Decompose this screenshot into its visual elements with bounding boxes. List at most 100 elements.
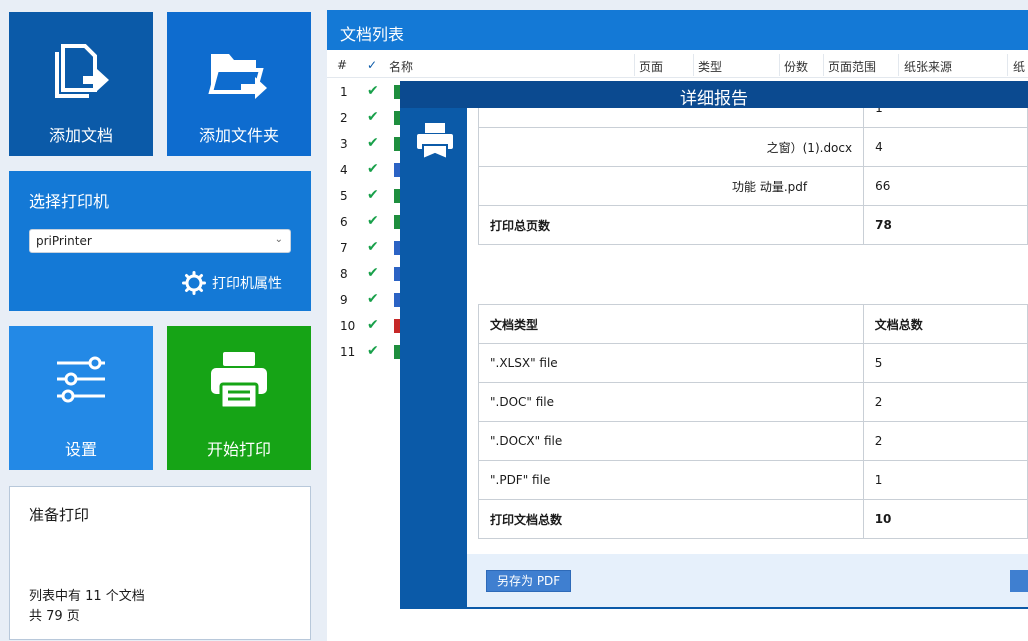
gear-icon [182, 271, 206, 295]
table-row[interactable]: 1 ✔ [327, 80, 400, 106]
document-count-text: 列表中有 11 个文档 [29, 589, 145, 604]
printer-selection-panel: 选择打印机 priPrinter ⌄ 打印机属性 [9, 171, 311, 311]
page-count-cell: 4 [863, 127, 1028, 167]
column-header-name[interactable]: 名称 [389, 58, 413, 75]
table-header-row: 文档类型 文档总数 [478, 304, 1028, 344]
printer-select[interactable]: priPrinter ⌄ [29, 229, 291, 253]
document-count-cell: 2 [862, 382, 1028, 422]
table-row[interactable]: 8 ✔ [327, 262, 400, 288]
settings-label: 设置 [64, 440, 97, 459]
table-row: 功能 动量.pdf 66 [477, 166, 1028, 206]
table-row: 1 [477, 108, 1028, 128]
table-row: ".PDF" file 1 [478, 460, 1028, 500]
column-headers: # ✓ 名称 页面 类型 份数 页面范围 纸张来源 纸 [327, 52, 1028, 78]
add-document-icon [55, 44, 109, 98]
checkmark-icon[interactable]: ✓ [367, 58, 377, 72]
total-documents-label: 打印文档总数 [478, 499, 864, 539]
row-number: 8 [340, 267, 348, 281]
total-documents-value: 10 [862, 499, 1028, 539]
table-row[interactable]: 7 ✔ [327, 236, 400, 262]
column-header-number[interactable]: # [337, 58, 347, 72]
column-header-paper-source[interactable]: 纸张来源 [904, 58, 952, 75]
detailed-report-dialog: 详细报告 1 之窗）(1).docx 4 功能 动量.pdf 66 打印总页数 [400, 81, 1028, 609]
row-number: 2 [340, 111, 348, 125]
column-header-pages[interactable]: 页面 [639, 58, 663, 75]
table-row[interactable]: 3 ✔ [327, 132, 400, 158]
table-row: 打印总页数 78 [477, 205, 1028, 245]
checkmark-icon[interactable]: ✔ [367, 317, 379, 333]
row-number: 5 [340, 189, 348, 203]
chevron-down-icon: ⌄ [274, 234, 283, 245]
total-pages-label: 打印总页数 [477, 205, 865, 245]
document-count-cell: 2 [862, 421, 1028, 461]
printer-properties-label: 打印机属性 [212, 276, 282, 292]
start-print-tile[interactable]: 开始打印 [167, 326, 311, 470]
row-number: 9 [340, 293, 348, 307]
settings-tile[interactable]: 设置 [9, 326, 153, 470]
row-number: 6 [340, 215, 348, 229]
start-print-label: 开始打印 [206, 440, 271, 459]
document-type-cell: ".PDF" file [478, 460, 864, 500]
table-row: ".DOCX" file 2 [478, 421, 1028, 461]
column-header-page-range[interactable]: 页面范围 [828, 58, 876, 75]
add-document-tile[interactable]: 添加文档 [9, 12, 153, 156]
document-count-header: 文档总数 [862, 304, 1028, 344]
document-list-title: 文档列表 [327, 10, 1028, 50]
table-row[interactable]: 2 ✔ [327, 106, 400, 132]
table-row: ".XLSX" file 5 [478, 343, 1028, 383]
document-count-cell: 1 [862, 460, 1028, 500]
report-title: 详细报告 [400, 81, 1028, 109]
checkmark-icon[interactable]: ✔ [367, 83, 379, 99]
table-row[interactable]: 5 ✔ [327, 184, 400, 210]
document-count-cell: 5 [862, 343, 1028, 383]
table-row: 之窗）(1).docx 4 [477, 127, 1028, 167]
printer-icon [211, 352, 267, 410]
table-row: ".DOC" file 2 [478, 382, 1028, 422]
table-row[interactable]: 9 ✔ [327, 288, 400, 314]
checkmark-icon[interactable]: ✔ [367, 239, 379, 255]
table-row[interactable]: 10 ✔ [327, 314, 400, 340]
printer-icon [417, 123, 453, 161]
checkmark-icon[interactable]: ✔ [367, 265, 379, 281]
checkmark-icon[interactable]: ✔ [367, 135, 379, 151]
total-pages-value: 78 [863, 205, 1028, 245]
checkmark-icon[interactable]: ✔ [367, 109, 379, 125]
checkmark-icon[interactable]: ✔ [367, 187, 379, 203]
page-count-text: 共 79 页 [29, 609, 80, 624]
document-name-cell: 功能 动量.pdf [477, 166, 865, 206]
document-name-cell: 之窗）(1).docx [477, 127, 865, 167]
checkmark-icon[interactable]: ✔ [367, 161, 379, 177]
report-footer: 另存为 PDF [467, 554, 1028, 607]
column-header-paper[interactable]: 纸 [1013, 58, 1025, 75]
document-type-cell: ".DOC" file [478, 382, 864, 422]
sliders-icon [57, 356, 105, 403]
table-row[interactable]: 6 ✔ [327, 210, 400, 236]
row-number: 4 [340, 163, 348, 177]
add-folder-tile[interactable]: 添加文件夹 [167, 12, 311, 156]
close-button[interactable] [1010, 570, 1028, 592]
row-number: 10 [340, 319, 356, 333]
document-type-cell: ".XLSX" file [478, 343, 864, 383]
status-title: 准备打印 [29, 506, 90, 524]
checkmark-icon[interactable]: ✔ [367, 213, 379, 229]
printer-panel-title: 选择打印机 [29, 192, 110, 211]
checkmark-icon[interactable]: ✔ [367, 343, 379, 359]
table-row: 打印文档总数 10 [478, 499, 1028, 539]
add-document-label: 添加文档 [48, 126, 113, 145]
checkmark-icon[interactable]: ✔ [367, 291, 379, 307]
document-type-header: 文档类型 [478, 304, 864, 344]
report-content: 1 之窗）(1).docx 4 功能 动量.pdf 66 打印总页数 78 文档… [467, 108, 1028, 554]
pages-table: 1 之窗）(1).docx 4 功能 动量.pdf 66 打印总页数 78 [477, 108, 1028, 245]
table-row[interactable]: 4 ✔ [327, 158, 400, 184]
column-header-copies[interactable]: 份数 [784, 58, 808, 75]
page-count-cell: 1 [863, 108, 1028, 128]
add-folder-icon [208, 54, 267, 99]
save-as-pdf-button[interactable]: 另存为 PDF [486, 570, 572, 592]
row-number: 11 [340, 345, 356, 359]
row-number: 1 [340, 85, 348, 99]
printer-properties-button[interactable]: 打印机属性 [182, 271, 282, 295]
report-sidebar [400, 108, 467, 609]
add-folder-label: 添加文件夹 [198, 126, 279, 145]
column-header-type[interactable]: 类型 [698, 58, 722, 75]
table-row[interactable]: 11 ✔ [327, 340, 400, 366]
